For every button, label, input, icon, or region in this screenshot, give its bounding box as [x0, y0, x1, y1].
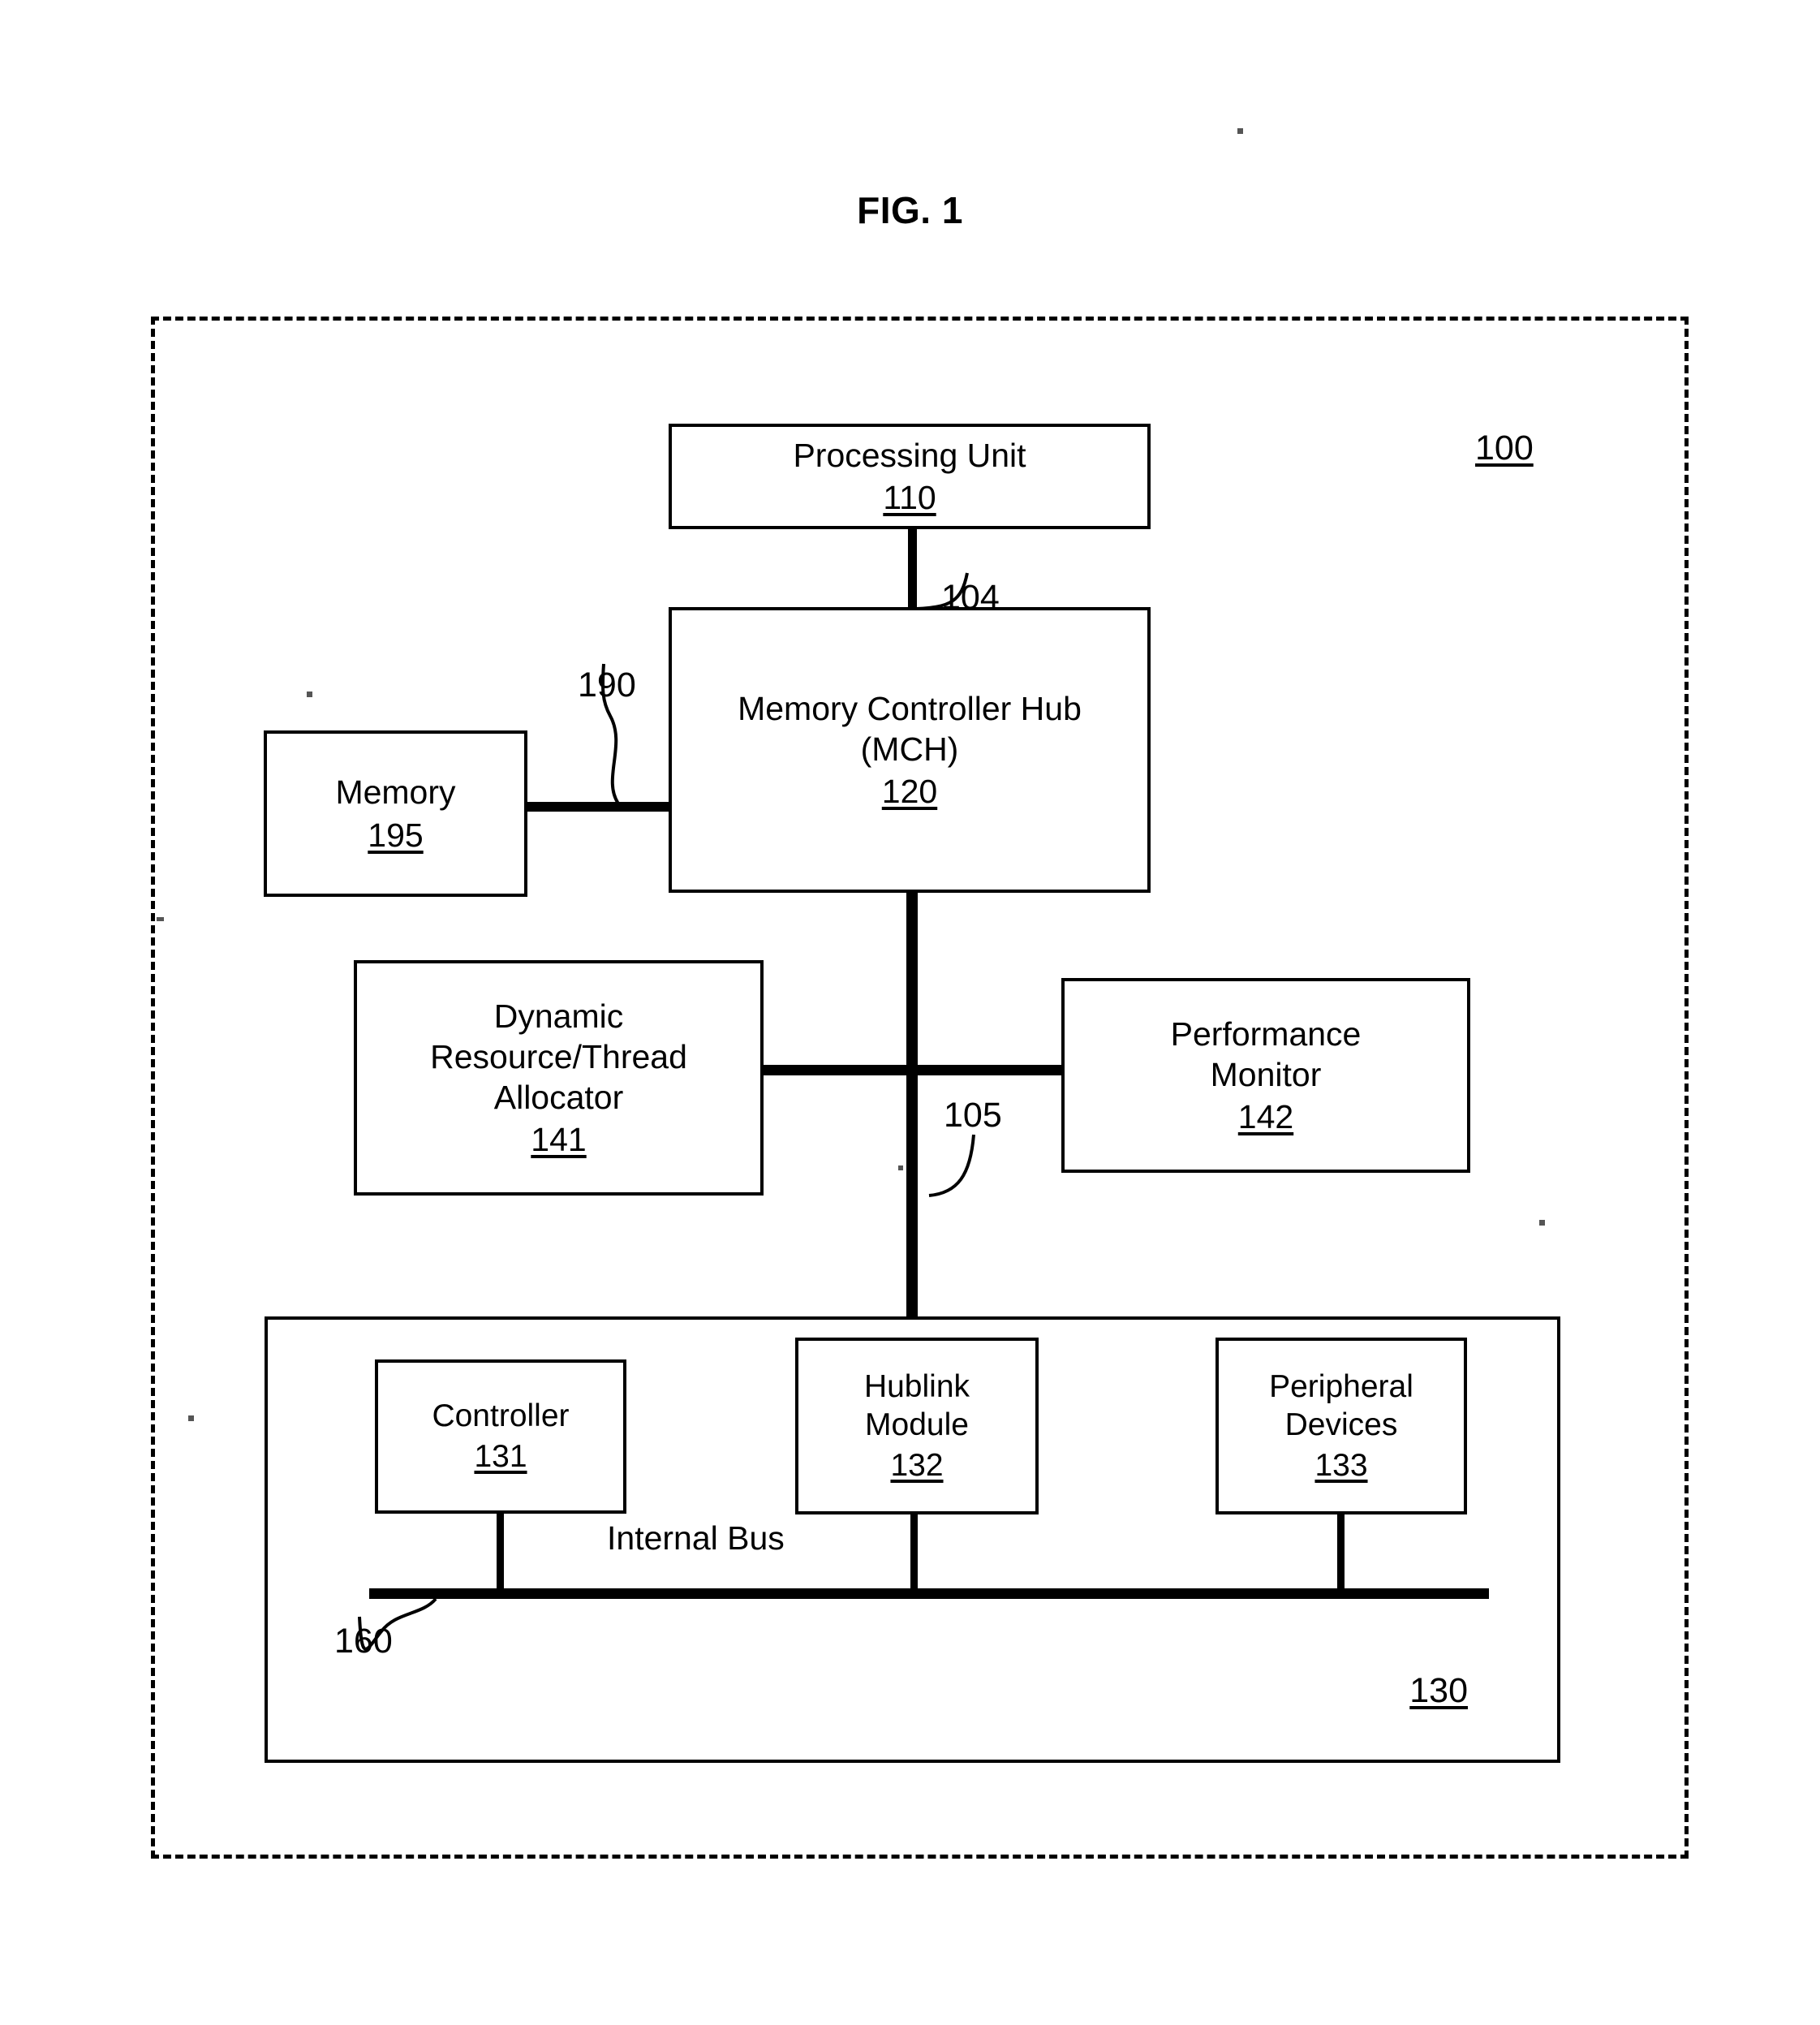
block-refnum: 141	[531, 1121, 587, 1159]
block-peripheral-devices[interactable]: Peripheral Devices 133	[1215, 1338, 1467, 1514]
scan-speckle	[307, 692, 312, 697]
block-title-line2: Resource/Thread	[430, 1037, 687, 1075]
block-performance-monitor[interactable]: Performance Monitor 142	[1061, 978, 1470, 1173]
block-title-line3: Allocator	[493, 1079, 624, 1116]
refnum-label-100: 100	[1475, 429, 1534, 467]
scan-speckle	[157, 917, 164, 921]
refnum-label-105: 105	[944, 1096, 1002, 1135]
internal-bus-line	[369, 1588, 1489, 1599]
scan-speckle	[1539, 1220, 1545, 1226]
chipset-refnum: 130	[1409, 1671, 1468, 1710]
scan-speckle	[898, 1165, 903, 1170]
connector-controller-stub	[497, 1514, 504, 1591]
block-hublink-module[interactable]: Hublink Module 132	[795, 1338, 1039, 1514]
block-title-line1: Performance	[1170, 1015, 1362, 1053]
block-processing-unit[interactable]: Processing Unit 110	[669, 424, 1151, 529]
scan-speckle	[188, 1415, 194, 1421]
block-title-line1: Dynamic	[493, 997, 624, 1035]
block-title: Memory	[335, 773, 456, 812]
connector-hub-interface	[906, 891, 918, 1320]
block-refnum: 120	[881, 773, 938, 810]
block-title: Processing Unit	[793, 436, 1026, 474]
refnum-label-160: 160	[334, 1622, 393, 1661]
block-title: Controller	[432, 1398, 570, 1434]
connector-memory-bus	[526, 802, 672, 812]
connector-peripheral-stub	[1337, 1514, 1345, 1591]
scan-speckle	[1237, 128, 1243, 134]
figure-page: FIG. 1 100 Processing Unit 110 Memory Co…	[0, 0, 1820, 2025]
connector-allocator-monitor-crossbar	[761, 1065, 1065, 1075]
block-title-line1: Hublink	[863, 1368, 970, 1404]
block-title-line2: Devices	[1284, 1407, 1398, 1443]
refnum-label-104: 104	[941, 578, 1000, 617]
block-title-line1: Memory Controller Hub	[738, 689, 1082, 727]
block-memory[interactable]: Memory 195	[264, 730, 527, 897]
block-refnum: 131	[474, 1439, 527, 1474]
block-dynamic-resource-thread-allocator[interactable]: Dynamic Resource/Thread Allocator 141	[354, 960, 764, 1196]
block-refnum: 110	[883, 479, 936, 516]
block-title-line2: Module	[865, 1407, 969, 1443]
block-refnum: 195	[368, 816, 424, 854]
connector-hublink-stub	[910, 1514, 918, 1591]
block-refnum: 142	[1237, 1098, 1294, 1135]
figure-title: FIG. 1	[857, 189, 963, 231]
block-title-line2: Monitor	[1210, 1055, 1322, 1093]
connector-processor-bus	[908, 529, 917, 609]
block-memory-controller-hub[interactable]: Memory Controller Hub (MCH) 120	[669, 607, 1151, 893]
internal-bus-label: Internal Bus	[607, 1519, 785, 1557]
block-controller[interactable]: Controller 131	[375, 1359, 626, 1514]
block-refnum: 132	[890, 1447, 944, 1483]
block-refnum: 133	[1314, 1447, 1368, 1483]
refnum-label-190: 190	[578, 666, 636, 704]
block-title-line2: (MCH)	[860, 730, 959, 768]
block-title-line1: Peripheral	[1269, 1368, 1413, 1404]
